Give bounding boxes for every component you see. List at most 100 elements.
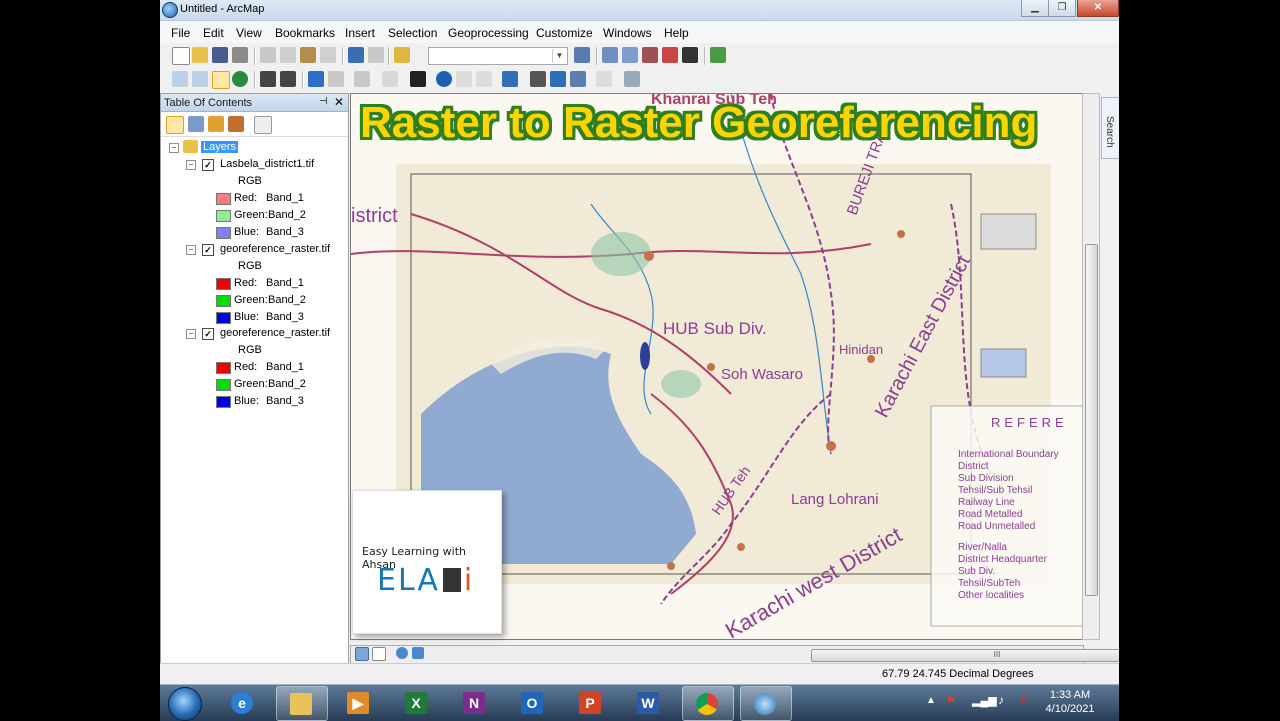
- list-by-source-icon[interactable]: [188, 116, 204, 132]
- menu-geoprocessing[interactable]: Geoprocessing: [448, 26, 529, 40]
- back-arrow-icon[interactable]: [308, 71, 324, 87]
- identify-icon[interactable]: [436, 71, 452, 87]
- menu-customize[interactable]: Customize: [536, 26, 593, 40]
- taskbar-excel[interactable]: X: [392, 686, 442, 719]
- taskbar-powerpoint[interactable]: P: [566, 686, 616, 719]
- collapse-icon[interactable]: −: [169, 143, 179, 153]
- fixed-zoom-out-icon[interactable]: [280, 71, 296, 87]
- layer-visibility-checkbox[interactable]: ✓: [202, 159, 214, 171]
- zoom-in-icon[interactable]: [172, 71, 188, 87]
- zoom-out-icon[interactable]: [192, 71, 208, 87]
- pan-hand-icon[interactable]: [212, 71, 230, 89]
- list-by-drawing-order-icon[interactable]: [166, 116, 184, 134]
- print-icon[interactable]: [232, 47, 248, 63]
- map-scale-combo[interactable]: ▼: [428, 47, 568, 65]
- taskbar-arcmap[interactable]: [740, 686, 792, 721]
- cut-icon[interactable]: [260, 47, 276, 63]
- search-side-tab[interactable]: Search: [1101, 97, 1119, 159]
- layer-name[interactable]: georeference_raster.tif: [220, 327, 330, 339]
- toc-close-icon[interactable]: ✕: [334, 95, 344, 109]
- toc-options-icon[interactable]: [254, 116, 272, 134]
- layer-row[interactable]: − ✓ georeference_raster.tif: [161, 326, 348, 342]
- hyperlink-icon[interactable]: [456, 71, 472, 87]
- go-to-xy-icon[interactable]: [570, 71, 586, 87]
- layer-name[interactable]: Lasbela_district1.tif: [220, 158, 314, 170]
- html-popup-icon[interactable]: [476, 71, 492, 87]
- menu-windows[interactable]: Windows: [603, 26, 652, 40]
- show-hidden-icons-icon[interactable]: ▲: [926, 695, 936, 706]
- data-view-icon[interactable]: [355, 647, 369, 661]
- add-data-icon[interactable]: [394, 47, 410, 63]
- volume-icon[interactable]: ♪: [998, 693, 1004, 707]
- save-icon[interactable]: [212, 47, 228, 63]
- layer-name[interactable]: georeference_raster.tif: [220, 243, 330, 255]
- find-route-icon[interactable]: [550, 71, 566, 87]
- delete-icon[interactable]: [320, 47, 336, 63]
- full-extent-globe-icon[interactable]: [232, 71, 248, 87]
- clear-selection-icon[interactable]: [382, 71, 398, 87]
- collapse-icon[interactable]: −: [186, 329, 196, 339]
- paste-icon[interactable]: [300, 47, 316, 63]
- undo-icon[interactable]: [348, 47, 364, 63]
- collapse-icon[interactable]: −: [186, 160, 196, 170]
- menu-edit[interactable]: Edit: [203, 26, 224, 40]
- network-signal-icon[interactable]: ▂▄▆: [972, 694, 997, 707]
- select-features-icon[interactable]: [354, 71, 370, 87]
- horizontal-scrollbar[interactable]: III: [811, 649, 1119, 662]
- vertical-scroll-thumb[interactable]: [1085, 244, 1098, 596]
- search-tab-label[interactable]: Search: [1104, 116, 1115, 148]
- taskbar-internet-explorer[interactable]: e: [218, 686, 268, 719]
- fixed-zoom-in-icon[interactable]: [260, 71, 276, 87]
- taskbar-onenote[interactable]: N: [450, 686, 500, 719]
- model-builder-icon[interactable]: [710, 47, 726, 63]
- map-vertical-scrollbar[interactable]: [1082, 93, 1100, 640]
- time-slider-icon[interactable]: [596, 71, 612, 87]
- layer-visibility-checkbox[interactable]: ✓: [202, 328, 214, 340]
- search-window-icon[interactable]: [642, 47, 658, 63]
- select-elements-arrow-icon[interactable]: [410, 71, 426, 87]
- taskbar-chrome[interactable]: [682, 686, 734, 721]
- open-folder-icon[interactable]: [192, 47, 208, 63]
- redo-icon[interactable]: [368, 47, 384, 63]
- maximize-button[interactable]: ❐: [1048, 0, 1076, 17]
- pause-drawing-icon[interactable]: [412, 647, 424, 659]
- find-binoculars-icon[interactable]: [530, 71, 546, 87]
- taskbar-outlook[interactable]: O: [508, 686, 558, 719]
- forward-arrow-icon[interactable]: [328, 71, 344, 87]
- menu-bookmarks[interactable]: Bookmarks: [275, 26, 335, 40]
- editor-toolbar-icon[interactable]: [574, 47, 590, 63]
- start-button-icon[interactable]: [168, 687, 202, 721]
- layers-root-label[interactable]: Layers: [201, 141, 239, 153]
- list-by-selection-icon[interactable]: [228, 116, 244, 132]
- arctoolbox-icon[interactable]: [662, 47, 678, 63]
- measure-icon[interactable]: [502, 71, 518, 87]
- python-window-icon[interactable]: [682, 47, 698, 63]
- layer-visibility-checkbox[interactable]: ✓: [202, 244, 214, 256]
- menu-file[interactable]: File: [171, 26, 190, 40]
- new-document-icon[interactable]: [172, 47, 190, 65]
- taskbar-clock[interactable]: 1:33 AM 4/10/2021: [1040, 688, 1100, 716]
- list-by-visibility-icon[interactable]: [208, 116, 224, 132]
- pin-icon[interactable]: ⊣: [319, 96, 328, 107]
- minimize-button[interactable]: ▁: [1021, 0, 1049, 17]
- refresh-icon[interactable]: [396, 647, 408, 659]
- taskbar-word[interactable]: W: [624, 686, 674, 719]
- catalog-icon[interactable]: [622, 47, 638, 63]
- collapse-icon[interactable]: −: [186, 245, 196, 255]
- taskbar-media-player[interactable]: ▶: [334, 686, 384, 719]
- menu-view[interactable]: View: [236, 26, 262, 40]
- chevron-down-icon[interactable]: ▼: [552, 49, 566, 63]
- menu-selection[interactable]: Selection: [388, 26, 437, 40]
- copy-icon[interactable]: [280, 47, 296, 63]
- antivirus-icon[interactable]: ⚑: [946, 694, 956, 707]
- close-button[interactable]: ✕: [1077, 0, 1119, 17]
- layer-row[interactable]: − ✓ Lasbela_district1.tif: [161, 157, 348, 173]
- menu-insert[interactable]: Insert: [345, 26, 375, 40]
- layer-row[interactable]: − ✓ georeference_raster.tif: [161, 242, 348, 258]
- layers-root[interactable]: − Layers: [161, 140, 348, 156]
- taskbar-file-explorer[interactable]: [276, 686, 328, 721]
- action-center-icon[interactable]: ⚐: [1020, 693, 1031, 707]
- layout-view-icon[interactable]: [372, 647, 386, 661]
- create-viewer-window-icon[interactable]: [624, 71, 640, 87]
- menu-help[interactable]: Help: [664, 26, 689, 40]
